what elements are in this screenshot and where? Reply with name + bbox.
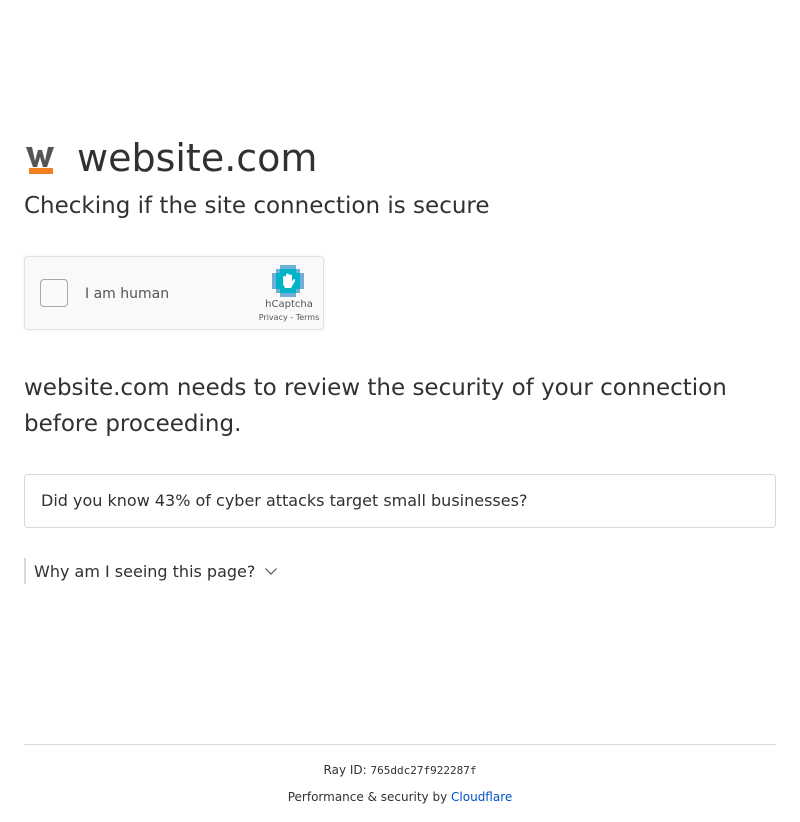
- page-subtitle: Checking if the site connection is secur…: [24, 193, 490, 219]
- site-header: website.com: [24, 134, 317, 182]
- ray-label: Ray ID:: [323, 763, 367, 777]
- ray-id-value: 765ddc27f922287f: [370, 764, 477, 777]
- ray-id-line: Ray ID: 765ddc27f922287f: [0, 762, 800, 779]
- perf-text: Performance & security by: [287, 790, 448, 804]
- hcaptcha-logo-icon: [272, 265, 304, 297]
- performance-line: Performance & security by Cloudflare: [0, 789, 800, 805]
- captcha-brand: hCaptcha: [265, 299, 313, 310]
- why-disclosure[interactable]: Why am I seeing this page?: [24, 558, 278, 584]
- why-label[interactable]: Why am I seeing this page?: [34, 562, 255, 581]
- terms-link[interactable]: Terms: [296, 313, 320, 322]
- w-logo-icon: [24, 144, 56, 176]
- tip-box: Did you know 43% of cyber attacks target…: [24, 474, 776, 528]
- cloudflare-link[interactable]: Cloudflare: [451, 790, 512, 804]
- captcha-checkbox[interactable]: [40, 279, 68, 307]
- site-name: website.com: [77, 136, 318, 180]
- tip-text: Did you know 43% of cyber attacks target…: [41, 491, 528, 510]
- captcha-links: Privacy - Terms: [249, 313, 329, 323]
- hcaptcha-widget: I am human hCaptcha Privacy - Terms: [24, 256, 324, 330]
- footer-divider: [24, 744, 776, 745]
- privacy-link[interactable]: Privacy: [259, 313, 288, 322]
- link-separator: -: [287, 313, 296, 322]
- chevron-down-icon[interactable]: [264, 564, 278, 578]
- captcha-label: I am human: [85, 286, 170, 302]
- review-message: website.com needs to review the security…: [24, 375, 727, 437]
